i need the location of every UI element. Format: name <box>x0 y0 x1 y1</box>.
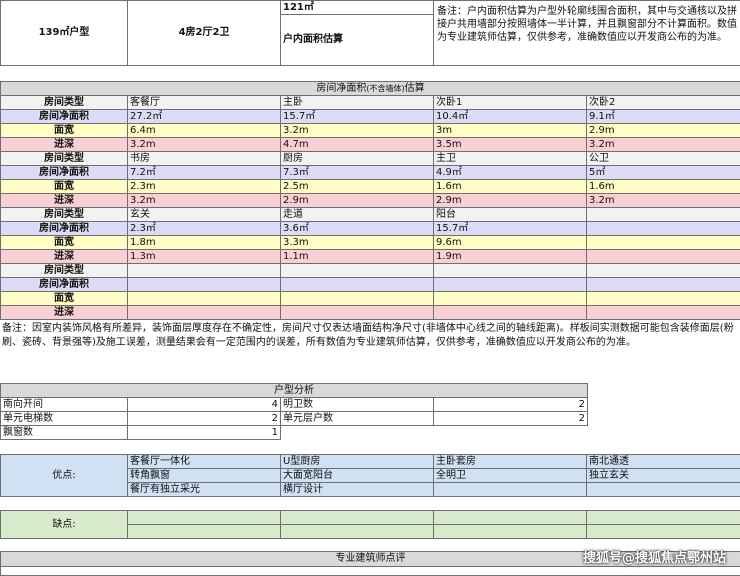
net-area-table: 房间净面积(不含墙体)估算 房间类型客餐厅主卧次卧1次卧2 房间净面积27.2㎡… <box>0 81 740 320</box>
room-area-row: 房间净面积 <box>1 278 740 292</box>
layout-analysis-table: 户型分析 南向开间4明卫数2 单元电梯数2单元层户数2 飘窗数1 <box>0 383 588 440</box>
room-width-row: 面宽2.3m2.5m1.6m1.6m <box>1 180 740 194</box>
area-label-cell: 户内面积估算 <box>281 15 434 66</box>
area-value-cell: 121㎡ <box>281 1 434 15</box>
layout-cell: 4房2厅2卫 <box>128 1 281 66</box>
unit-type-cell: 139㎡户型 <box>1 1 128 66</box>
cons-table: 缺点: <box>0 510 740 539</box>
cons-label: 缺点: <box>1 511 128 539</box>
summary-header-table: 139㎡户型 4房2厅2卫 121㎡ 备注：户内面积估算为户型外轮廓线围合面积，… <box>0 0 740 66</box>
area-note-cell: 备注：户内面积估算为户型外轮廓线围合面积，其中与交通核以及拼接户共用墙部分按照墙… <box>434 1 740 66</box>
room-area-row: 房间净面积7.2㎡7.3㎡4.9㎡5㎡ <box>1 166 740 180</box>
room-depth-row: 进深 <box>1 306 740 320</box>
watermark: 搜狐号@搜狐焦点鄂州站 <box>583 547 726 566</box>
analysis-title: 户型分析 <box>1 384 588 398</box>
room-type-row: 房间类型 <box>1 264 740 278</box>
pros-label: 优点: <box>1 455 128 497</box>
measurement-note: 备注：因室内装饰风格有所差异，装饰面层厚度存在不确定性，房间尺寸仅表达墙面结构净… <box>0 322 740 350</box>
room-width-row: 面宽1.8m3.3m9.6m <box>1 236 740 250</box>
room-area-row: 房间净面积27.2㎡15.7㎡10.4㎡9.1㎡ <box>1 110 740 124</box>
room-width-row: 面宽 <box>1 292 740 306</box>
room-depth-row: 进深3.2m2.9m2.9m3.2m <box>1 194 740 208</box>
room-type-row: 房间类型客餐厅主卧次卧1次卧2 <box>1 96 740 110</box>
room-width-row: 面宽6.4m3.2m3m2.9m <box>1 124 740 138</box>
room-depth-row: 进深3.2m4.7m3.5m3.2m <box>1 138 740 152</box>
room-area-row: 房间净面积2.3㎡3.6㎡15.7㎡ <box>1 222 740 236</box>
room-depth-row: 进深1.3m1.1m1.9m <box>1 250 740 264</box>
room-type-row: 房间类型书房厨房主卫公卫 <box>1 152 740 166</box>
net-area-title: 房间净面积(不含墙体)估算 <box>1 82 740 96</box>
pros-table: 优点:客餐厅一体化U型厨房主卧套房南北通透 转角飘窗大面宽阳台全明卫独立玄关 餐… <box>0 454 740 497</box>
room-type-row: 房间类型玄关走道阳台 <box>1 208 740 222</box>
